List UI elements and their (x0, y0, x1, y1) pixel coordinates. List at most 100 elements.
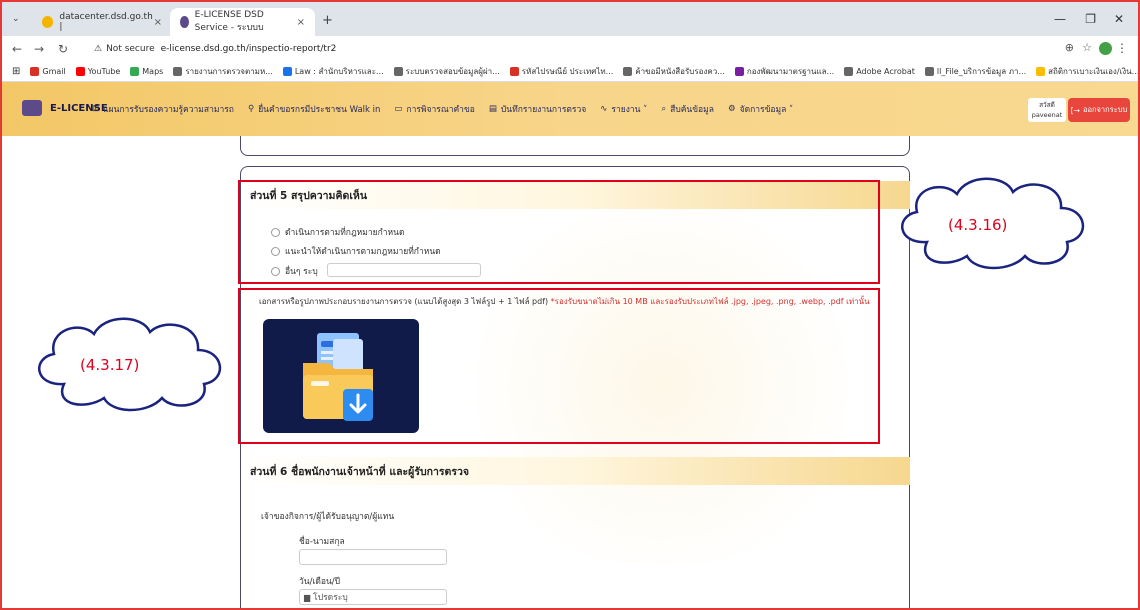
screenshot-frame: ⌄ datacenter.dsd.go.th | × E-LICENSE DSD… (0, 0, 1140, 610)
date-input[interactable]: ▆ โปรดระบุ (299, 589, 447, 605)
nav-item[interactable]: ⌕ สืบค้นข้อมูล (661, 102, 714, 116)
restore-icon[interactable]: ❐ (1085, 12, 1096, 26)
main-menu: ⊡ แผนการรับรองความรู้ความสามารถ ⚲ ยื่นคำขอร… (92, 102, 793, 116)
bookmark-favicon-icon (623, 67, 633, 76)
bookmark-list: Gmail YouTube Maps รายงานการตรวจตามห... Law … (30, 65, 1138, 78)
nav-item-label: จัดการข้อมูล ˅ (739, 105, 794, 115)
nav-item-label: แผนการรับรองความรู้ความสามารถ (103, 105, 234, 115)
menu-kebab-icon[interactable]: ⋮ (1116, 41, 1128, 55)
warning-icon[interactable]: ⚠ (94, 44, 102, 54)
logout-icon: [→ (1070, 105, 1080, 115)
tab-elicense[interactable]: E-LICENSE DSD Service - ระบบบ × (170, 8, 315, 36)
bookmark-favicon-icon (509, 67, 519, 76)
bookmark-label: ค้าขอมีหนังสือรับรองคว... (635, 67, 725, 76)
bookmark-label: สถิติการเบาะเงินเอง/เงิน... (1048, 67, 1138, 76)
bookmark-item[interactable]: Adobe Acrobat (844, 65, 915, 78)
bookmark-star-icon[interactable]: ☆ (1082, 41, 1092, 54)
user-name: paveenat (1031, 111, 1063, 119)
bookmark-label: Gmail (42, 67, 66, 76)
bookmark-favicon-icon (130, 67, 140, 76)
nav-item-label: รายงาน ˅ (611, 105, 648, 115)
tab-search-chevron-icon[interactable]: ⌄ (12, 14, 20, 24)
user-badge[interactable]: สวัสดี paveenat (1028, 98, 1066, 122)
nav-item-label: บันทึกรายงานการตรวจ (500, 105, 587, 115)
bookmark-favicon-icon (282, 67, 292, 76)
bookmark-label: Maps (142, 67, 164, 76)
nav-item[interactable]: ⚙ จัดการข้อมูล ˅ (728, 102, 793, 116)
datacenter-favicon-icon (42, 16, 54, 28)
callout-label-4-3-17: (4.3.17) (80, 356, 140, 374)
url-text[interactable]: e-license.dsd.go.th/inspectio-report/tr2 (161, 44, 337, 54)
file-icon: ▤ (488, 104, 497, 114)
section6-title: ส่วนที่ 6 ชื่อพนักงานเจ้าหน้าที่ และผู้ร… (250, 465, 470, 478)
address-row: ← → ↻ ⚠ Not secure e-license.dsd.go.th/i… (2, 36, 1138, 62)
owner-label: เจ้าของกิจการ/ผู้ได้รับอนุญาต/ผู้แทน (261, 512, 395, 522)
zoom-icon[interactable]: ⊕ (1065, 41, 1074, 54)
bookmark-favicon-icon (924, 67, 934, 76)
bookmark-item[interactable]: ค้าขอมีหนังสือรับรองคว... (623, 65, 725, 78)
apps-grid-icon[interactable]: ⊞ (12, 66, 20, 77)
user-greeting: สวัสดี (1039, 101, 1055, 109)
bookmark-item[interactable]: สถิติการเบาะเงินเอง/เงิน... (1036, 65, 1138, 78)
browser-tab-strip: ⌄ datacenter.dsd.go.th | × E-LICENSE DSD… (2, 2, 1138, 36)
not-secure-label[interactable]: Not secure (106, 44, 155, 54)
nav-item-label: การพิจารณาคำขอ (406, 105, 475, 115)
bookmark-item[interactable]: กองพัฒนามาตรฐานแล... (734, 65, 835, 78)
nav-item[interactable]: ∿ รายงาน ˅ (600, 102, 647, 116)
date-placeholder: โปรดระบุ (313, 593, 348, 603)
nav-item[interactable]: ▭ การพิจารณาคำขอ (394, 102, 474, 116)
activity-icon: ∿ (600, 104, 608, 114)
nav-item-label: ยื่นคำขอรกรมีประชาชน Walk in (258, 105, 381, 115)
bookmark-favicon-icon (30, 67, 40, 76)
bookmark-label: YouTube (87, 67, 121, 76)
bookmark-item[interactable]: รหัสไปรษณีย์ ประเทศไท... (509, 65, 614, 78)
bookmark-favicon-icon (1036, 67, 1046, 76)
reload-icon[interactable]: ↻ (58, 42, 68, 56)
window-close-icon[interactable]: ✕ (1114, 12, 1124, 26)
bookmark-label: กองพัฒนามาตรฐานแล... (746, 67, 835, 76)
close-icon[interactable]: × (297, 17, 305, 28)
tab-datacenter[interactable]: datacenter.dsd.go.th | × (32, 8, 172, 36)
nav-item[interactable]: ⚲ ยื่นคำขอรกรมีประชาชน Walk in (248, 102, 380, 116)
highlight-box-4-3-16 (238, 180, 880, 284)
bookmark-favicon-icon (393, 67, 403, 76)
doc-icon: ▭ (394, 104, 403, 114)
minimize-icon[interactable]: — (1054, 12, 1066, 26)
bookmark-label: ll_File_บริการข้อมูล ภา... (936, 67, 1027, 76)
bookmark-item[interactable]: ระบบตรวจสอบข้อมูลผู้ผ่า... (393, 65, 500, 78)
bookmark-favicon-icon (75, 67, 85, 76)
logout-button[interactable]: [→ ออกจากระบบ (1068, 98, 1130, 122)
section6-header: ส่วนที่ 6 ชื่อพนักงานเจ้าหน้าที่ และผู้ร… (242, 457, 910, 485)
nav-item[interactable]: ⊡ แผนการรับรองความรู้ความสามารถ (92, 102, 234, 116)
bookmark-item[interactable]: Maps (130, 65, 163, 78)
name-input[interactable] (299, 549, 447, 565)
bookmark-item[interactable]: ll_File_บริการข้อมูล ภา... (924, 65, 1027, 78)
bookmark-item[interactable]: Law : สำนักบริหารและ... (282, 65, 384, 78)
bookmark-label: Adobe Acrobat (856, 67, 915, 76)
name-label: ชื่อ-นามสกุล (299, 537, 345, 547)
main-content: ส่วนที่ 5 สรุปความคิดเห็น ดำเนินการตามที… (2, 136, 1138, 608)
nav-item[interactable]: ▤ บันทึกรายงานการตรวจ (489, 102, 586, 116)
bookmark-favicon-icon (844, 67, 854, 76)
app-navbar: E-LICENSE ⊡ แผนการรับรองความรู้ความสามารถ… (2, 82, 1138, 136)
search-icon: ⌕ (661, 104, 667, 114)
calendar-icon: ▆ (304, 592, 311, 602)
bookmark-item[interactable]: Gmail (30, 65, 66, 78)
bookmark-item[interactable]: รายงานการตรวจตามห... (173, 65, 273, 78)
forward-icon[interactable]: → (34, 42, 44, 56)
dsd-logo-icon (22, 100, 42, 116)
book-icon: ⊡ (92, 104, 100, 114)
profile-avatar[interactable] (1099, 42, 1112, 55)
highlight-box-4-3-17 (238, 288, 880, 444)
close-icon[interactable]: × (154, 17, 162, 28)
back-icon[interactable]: ← (12, 42, 22, 56)
address-bar[interactable]: ⚠ Not secure e-license.dsd.go.th/inspect… (94, 40, 1094, 58)
bookmark-item[interactable]: YouTube (75, 65, 121, 78)
nav-item-label: สืบค้นข้อมูล (670, 105, 714, 115)
new-tab-button[interactable]: + (322, 13, 333, 28)
bookmark-label: ระบบตรวจสอบข้อมูลผู้ผ่า... (405, 67, 500, 76)
bookmark-label: รหัสไปรษณีย์ ประเทศไท... (521, 67, 614, 76)
elicense-favicon-icon (180, 16, 189, 28)
bookmarks-bar: ⊞ Gmail YouTube Maps รายงานการตรวจตามห... La… (2, 62, 1138, 82)
bookmark-label: Law : สำนักบริหารและ... (294, 67, 384, 76)
